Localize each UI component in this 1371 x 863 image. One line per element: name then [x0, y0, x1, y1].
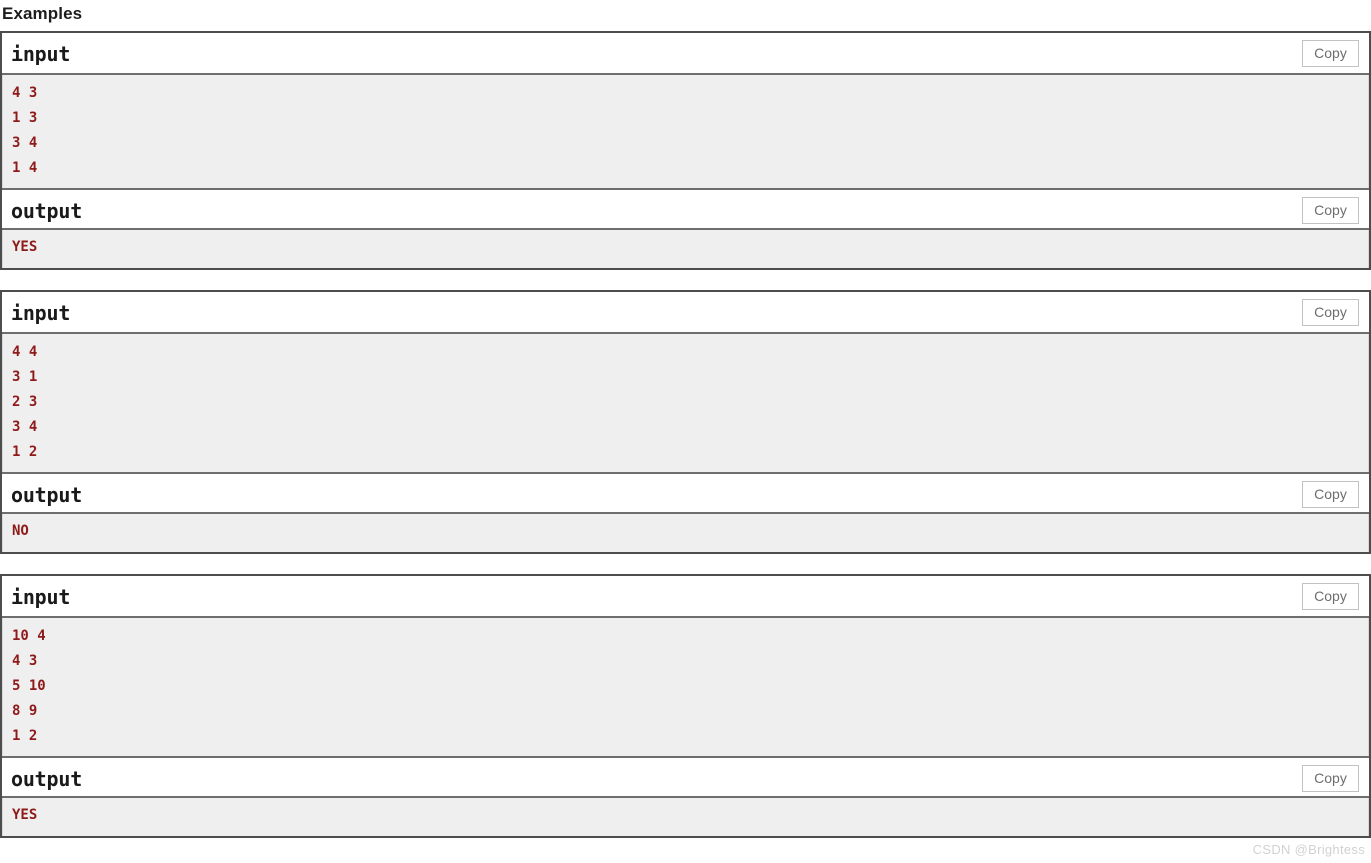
output-section: output Copy YES: [2, 756, 1369, 836]
output-label: output: [11, 767, 83, 791]
example-block: input Copy 4 3 1 3 3 4 1 4 output Copy Y…: [0, 31, 1371, 270]
output-content: YES: [2, 230, 1369, 268]
example-block: input Copy 10 4 4 3 5 10 8 9 1 2 output …: [0, 574, 1371, 838]
output-label: output: [11, 199, 83, 223]
output-label: output: [11, 483, 83, 507]
copy-output-button[interactable]: Copy: [1302, 197, 1359, 224]
output-section: output Copy NO: [2, 472, 1369, 552]
output-section: output Copy YES: [2, 188, 1369, 268]
input-header: input Copy: [2, 33, 1369, 75]
input-label: input: [11, 42, 71, 66]
copy-input-button[interactable]: Copy: [1302, 299, 1359, 326]
output-header: output Copy: [2, 756, 1369, 798]
copy-input-button[interactable]: Copy: [1302, 583, 1359, 610]
input-content: 10 4 4 3 5 10 8 9 1 2: [2, 618, 1369, 756]
output-content: YES: [2, 798, 1369, 836]
input-header: input Copy: [2, 576, 1369, 618]
output-content: NO: [2, 514, 1369, 552]
input-content: 4 3 1 3 3 4 1 4: [2, 75, 1369, 188]
input-section: input Copy 4 4 3 1 2 3 3 4 1 2: [2, 292, 1369, 472]
input-header: input Copy: [2, 292, 1369, 334]
input-label: input: [11, 301, 71, 325]
copy-output-button[interactable]: Copy: [1302, 481, 1359, 508]
input-content: 4 4 3 1 2 3 3 4 1 2: [2, 334, 1369, 472]
output-header: output Copy: [2, 472, 1369, 514]
input-section: input Copy 4 3 1 3 3 4 1 4: [2, 33, 1369, 188]
page-title: Examples: [2, 4, 83, 23]
input-section: input Copy 10 4 4 3 5 10 8 9 1 2: [2, 576, 1369, 756]
examples-list: input Copy 4 3 1 3 3 4 1 4 output Copy Y…: [0, 31, 1371, 838]
output-header: output Copy: [2, 188, 1369, 230]
copy-input-button[interactable]: Copy: [1302, 40, 1359, 67]
example-block: input Copy 4 4 3 1 2 3 3 4 1 2 output Co…: [0, 290, 1371, 554]
copy-output-button[interactable]: Copy: [1302, 765, 1359, 792]
input-label: input: [11, 585, 71, 609]
watermark: CSDN @Brightess: [1252, 842, 1365, 857]
examples-page: Examples input Copy 4 3 1 3 3 4 1 4 outp…: [0, 0, 1371, 863]
